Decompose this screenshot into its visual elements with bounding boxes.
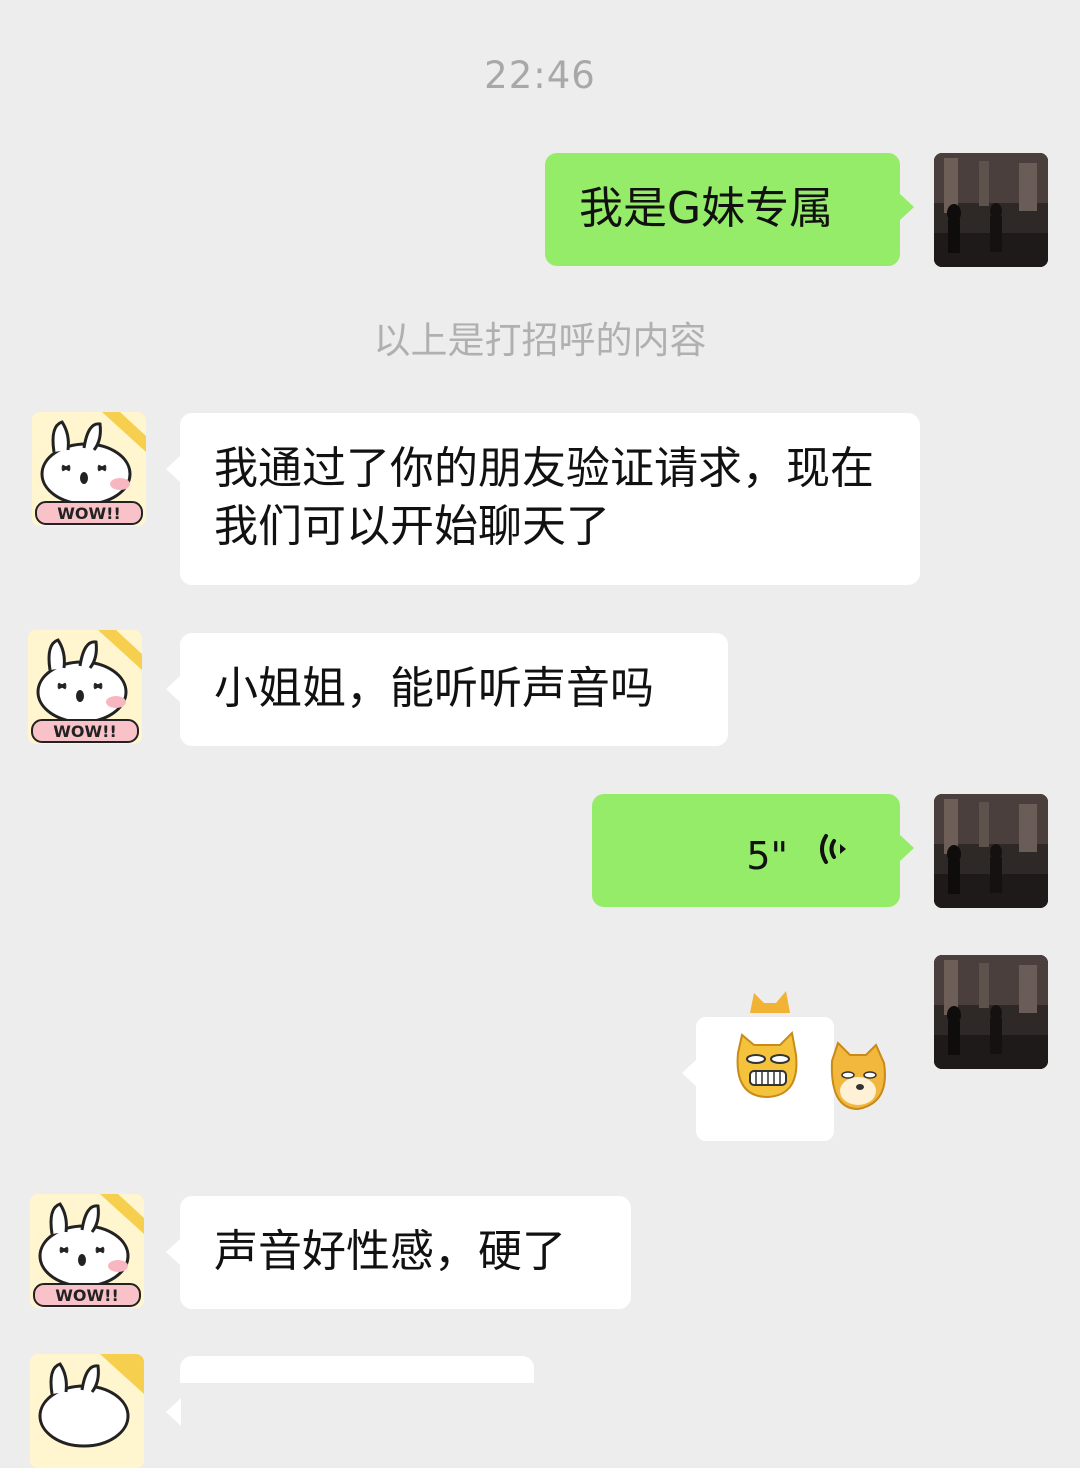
- bunny-wow-avatar-icon: [30, 1354, 144, 1468]
- message-text: 声音好性感，硬了: [214, 1226, 566, 1277]
- voice-wave-icon: [820, 834, 846, 864]
- incoming-message-bubble[interactable]: 声音好性感，硬了: [166, 1196, 631, 1309]
- incoming-message-bubble[interactable]: 我通过了你的朋友验证请求，现在我们可以开始聊天了: [166, 413, 920, 585]
- self-avatar[interactable]: [934, 955, 1048, 1069]
- svg-text:WOW!!: WOW!!: [55, 1286, 119, 1305]
- photo-avatar-icon: [934, 955, 1048, 1069]
- incoming-message-bubble[interactable]: [166, 1356, 534, 1426]
- contact-avatar[interactable]: WOW!!: [30, 1194, 144, 1308]
- voice-duration: 5": [746, 834, 788, 878]
- outgoing-message-bubble[interactable]: 我是G妹专属: [545, 153, 914, 266]
- cat-and-doge-sticker-icon: [736, 991, 886, 1111]
- voice-message-bubble[interactable]: 5": [592, 794, 914, 907]
- message-timestamp: 22:46: [484, 54, 596, 97]
- sticker-message[interactable]: [680, 985, 900, 1145]
- message-text: 小姐姐，能听听声音吗: [214, 663, 654, 714]
- svg-text:WOW!!: WOW!!: [53, 722, 117, 741]
- self-avatar[interactable]: [934, 153, 1048, 267]
- system-note: 以上是打招呼的内容: [373, 319, 707, 362]
- message-text: 我是G妹专属: [579, 183, 834, 234]
- self-avatar[interactable]: [934, 794, 1048, 908]
- contact-avatar[interactable]: [30, 1354, 144, 1468]
- photo-avatar-icon: [934, 153, 1048, 267]
- incoming-message-bubble[interactable]: 小姐姐，能听听声音吗: [166, 633, 728, 746]
- svg-text:WOW!!: WOW!!: [57, 504, 121, 523]
- contact-avatar[interactable]: WOW!!: [32, 412, 146, 526]
- bunny-wow-avatar-icon: WOW!!: [28, 630, 142, 744]
- bunny-wow-avatar-icon: WOW!!: [32, 412, 146, 526]
- bunny-wow-avatar-icon: WOW!!: [30, 1194, 144, 1308]
- photo-avatar-icon: [934, 794, 1048, 908]
- message-text: 我通过了你的朋友验证请求，现在我们可以开始聊天了: [214, 443, 874, 552]
- contact-avatar[interactable]: WOW!!: [28, 630, 142, 744]
